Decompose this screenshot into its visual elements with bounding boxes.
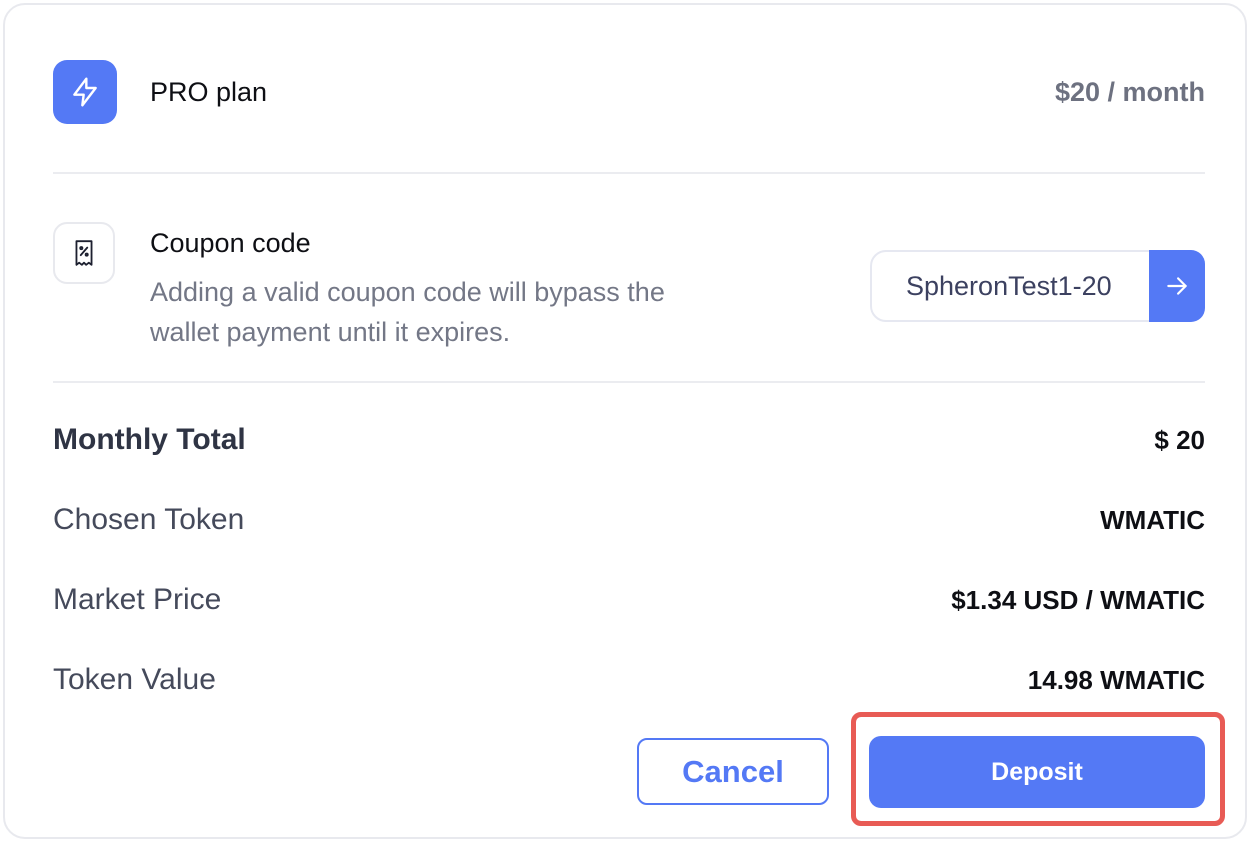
divider bbox=[53, 381, 1205, 383]
summary-label-chosen-token: Chosen Token bbox=[53, 503, 245, 536]
coupon-title: Coupon code bbox=[150, 228, 311, 258]
lightning-icon bbox=[53, 60, 117, 124]
plan-price: $20 / month bbox=[1054, 77, 1205, 107]
arrow-right-icon bbox=[1167, 277, 1187, 295]
summary-label-market-price: Market Price bbox=[53, 583, 222, 616]
coupon-description: Adding a valid coupon code will bypass t… bbox=[150, 277, 665, 347]
coupon-input[interactable] bbox=[890, 252, 1156, 320]
cancel-button[interactable]: Cancel bbox=[637, 738, 829, 805]
apply-coupon-button[interactable] bbox=[1149, 250, 1205, 322]
summary-value-market-price: $1.34 USD / WMATIC bbox=[951, 585, 1205, 615]
summary-label-token-value: Token Value bbox=[53, 663, 216, 696]
plan-name: PRO plan bbox=[150, 77, 268, 107]
summary-label-monthly-total: Monthly Total bbox=[53, 423, 246, 456]
summary-value-token-value: 14.98 WMATIC bbox=[1027, 665, 1205, 695]
summary-value-chosen-token: WMATIC bbox=[1100, 505, 1205, 535]
deposit-button[interactable]: Deposit bbox=[869, 736, 1205, 808]
divider bbox=[53, 172, 1205, 174]
discount-receipt-icon bbox=[53, 222, 115, 284]
summary-value-monthly-total: $ 20 bbox=[1154, 425, 1205, 455]
